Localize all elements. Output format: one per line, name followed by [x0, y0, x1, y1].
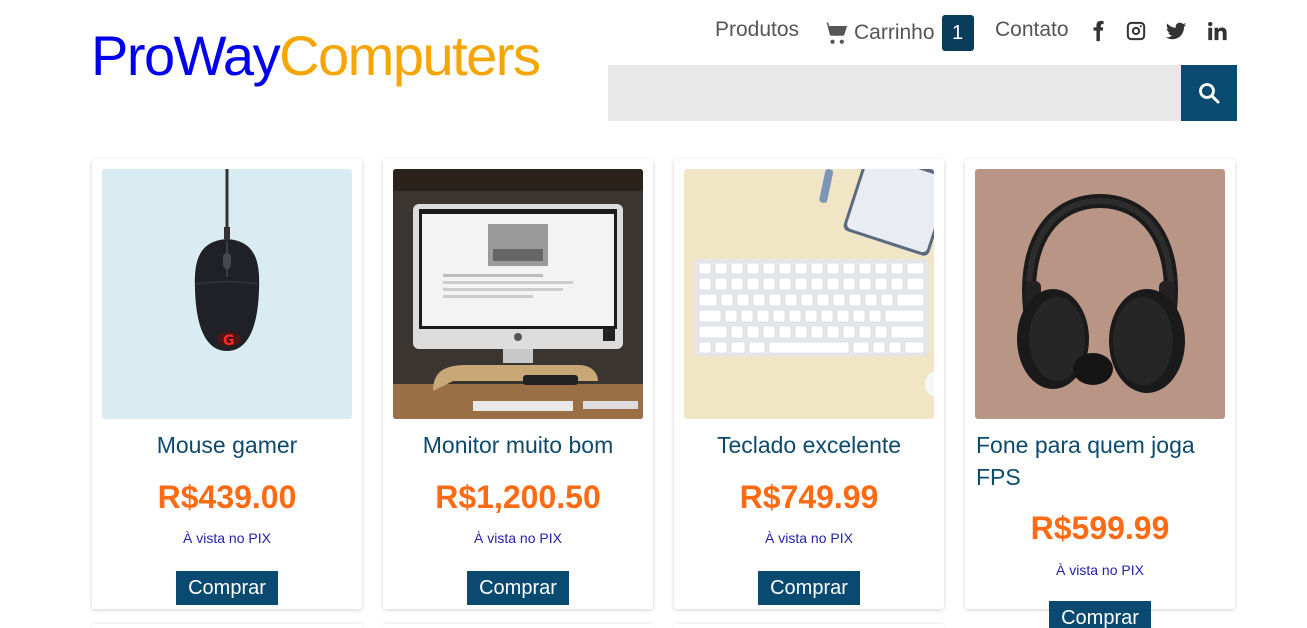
logo-part-computers: Computers [279, 24, 541, 87]
product-image-mouse[interactable]: G [102, 169, 352, 419]
site-logo[interactable]: ProWayComputers [91, 28, 541, 84]
product-card: Fone para quem joga FPS R$599.99 À vista… [965, 159, 1235, 628]
product-card: Monitor muito bom R$1,200.50 À vista no … [383, 159, 653, 609]
product-card-next-row [674, 624, 944, 628]
product-image-monitor[interactable] [393, 169, 643, 419]
payment-note: À vista no PIX [474, 530, 562, 546]
product-price: R$1,200.50 [435, 479, 601, 515]
linkedin-icon[interactable] [1204, 18, 1230, 44]
cart-count-badge: 1 [941, 15, 974, 51]
instagram-icon[interactable] [1123, 18, 1149, 44]
search-button[interactable] [1181, 65, 1237, 121]
product-card-next-row [92, 624, 362, 628]
payment-note: À vista no PIX [183, 530, 271, 546]
nav-produtos-link[interactable]: Produtos [715, 18, 799, 42]
svg-text:G: G [223, 333, 235, 349]
search-icon [1199, 83, 1220, 104]
product-image-headphones[interactable] [975, 169, 1225, 419]
payment-note: À vista no PIX [765, 530, 853, 546]
cart-icon [823, 22, 848, 44]
buy-button[interactable]: Comprar [467, 571, 569, 605]
buy-button[interactable]: Comprar [176, 571, 278, 605]
product-name[interactable]: Monitor muito bom [393, 429, 643, 461]
product-card-next-row [383, 624, 653, 628]
product-name[interactable]: Fone para quem joga FPS [976, 429, 1226, 493]
product-price: R$749.99 [739, 479, 879, 515]
top-navigation: Produtos Carrinho 1 Contato [700, 12, 1240, 52]
nav-contato-link[interactable]: Contato [995, 18, 1069, 42]
product-price: R$599.99 [1030, 510, 1170, 546]
product-card: Teclado excelente R$749.99 À vista no PI… [674, 159, 944, 609]
buy-button[interactable]: Comprar [1049, 601, 1151, 628]
product-image-keyboard[interactable] [684, 169, 934, 419]
facebook-icon[interactable] [1086, 18, 1112, 44]
product-name[interactable]: Teclado excelente [684, 429, 934, 461]
product-name[interactable]: Mouse gamer [102, 429, 352, 461]
search-input[interactable] [608, 65, 1181, 121]
search-bar [608, 65, 1237, 121]
logo-part-proway: ProWay [91, 24, 281, 87]
cart-label: Carrinho [854, 21, 935, 44]
twitter-icon[interactable] [1163, 18, 1189, 44]
buy-button[interactable]: Comprar [758, 571, 860, 605]
cart-link[interactable]: Carrinho 1 [822, 15, 974, 51]
product-price: R$439.00 [157, 479, 297, 515]
payment-note: À vista no PIX [1056, 562, 1144, 578]
product-card: G Mouse gamer R$439.00 À vista no PIX Co… [92, 159, 362, 609]
